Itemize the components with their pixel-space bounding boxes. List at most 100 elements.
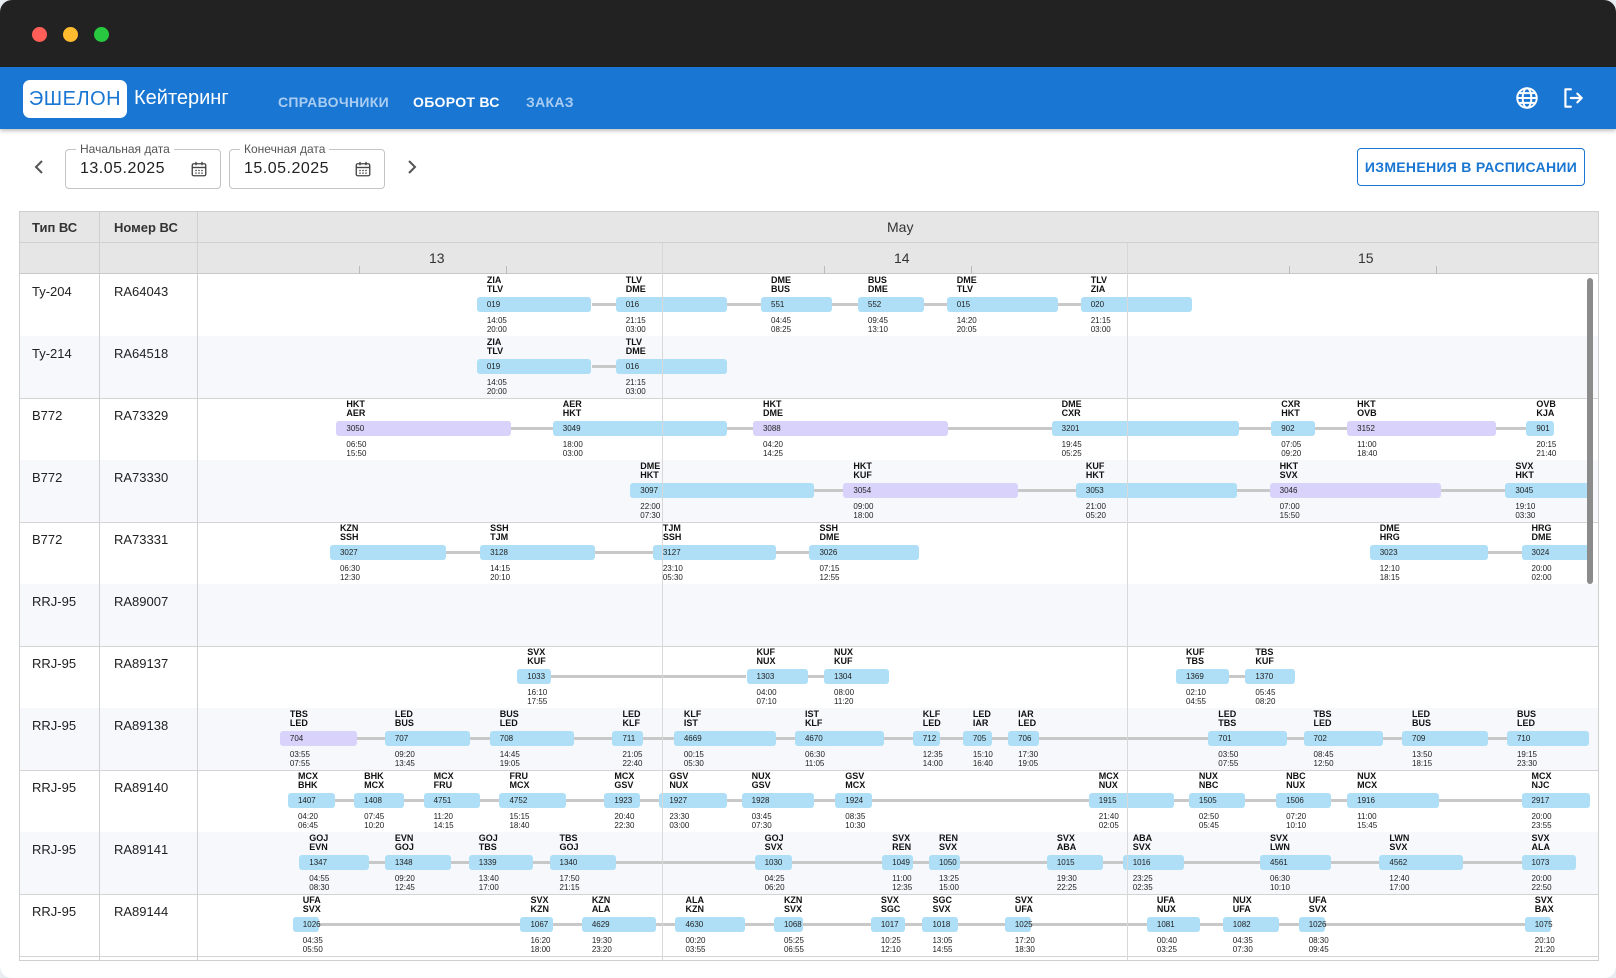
flight-block[interactable]: SSH DME 3026 07:15 12:55 bbox=[809, 522, 920, 584]
flight-bar[interactable]: 019 bbox=[476, 297, 592, 312]
flight-block[interactable]: NBC NUX 1506 07:20 10:10 bbox=[1276, 770, 1331, 832]
flight-block[interactable]: SVX SGC 1017 10:25 12:10 bbox=[870, 894, 905, 956]
flight-block[interactable]: BHK MCX 1408 07:45 10:20 bbox=[354, 770, 405, 832]
flight-bar[interactable]: 4562 bbox=[1379, 855, 1464, 870]
flight-block[interactable]: DME HRG 3023 12:10 18:15 bbox=[1369, 522, 1488, 584]
flight-bar[interactable]: 706 bbox=[1008, 731, 1039, 746]
flight-bar[interactable]: 1026 bbox=[1298, 917, 1326, 932]
flight-block[interactable]: ZIA TLV 019 14:05 20:00 bbox=[476, 274, 592, 336]
flight-bar[interactable]: 3097 bbox=[630, 483, 815, 498]
flight-bar[interactable]: 1049 bbox=[882, 855, 913, 870]
flight-bar[interactable]: 3045 bbox=[1505, 483, 1590, 498]
schedule-changes-button[interactable]: ИЗМЕНЕНИЯ В РАСПИСАНИИ bbox=[1357, 148, 1585, 186]
flight-block[interactable]: KZN SSH 3027 06:30 12:30 bbox=[329, 522, 447, 584]
flight-block[interactable]: IST KLF 4670 06:30 11:05 bbox=[794, 708, 884, 770]
flight-bar[interactable]: 705 bbox=[962, 731, 992, 746]
flight-bar[interactable]: 3128 bbox=[480, 545, 595, 560]
flight-block[interactable]: HKT DME 3088 04:20 14:25 bbox=[752, 398, 949, 460]
flight-bar[interactable]: 711 bbox=[612, 731, 644, 746]
flight-bar[interactable]: 3049 bbox=[552, 421, 728, 436]
flight-bar[interactable]: 016 bbox=[615, 297, 728, 312]
flight-block[interactable]: ZIA TLV 019 14:05 20:00 bbox=[476, 336, 592, 398]
flight-bar[interactable]: 3027 bbox=[329, 545, 447, 560]
flight-bar[interactable]: 1082 bbox=[1222, 917, 1280, 932]
flight-block[interactable]: DME BUS 551 04:45 08:25 bbox=[761, 274, 833, 336]
flight-bar[interactable]: 1348 bbox=[384, 855, 452, 870]
flight-block[interactable]: REN SVX 1050 13:25 15:00 bbox=[928, 832, 960, 894]
flight-bar[interactable]: 1026 bbox=[292, 917, 321, 932]
flight-bar[interactable]: 1408 bbox=[354, 793, 405, 808]
flight-bar[interactable]: 1407 bbox=[287, 793, 335, 808]
flight-bar[interactable]: 4751 bbox=[423, 793, 481, 808]
flight-block[interactable]: LED KLF 711 21:05 22:40 bbox=[612, 708, 644, 770]
end-date-field[interactable]: Конечная дата 15.05.2025 bbox=[229, 142, 385, 189]
flight-block[interactable]: LED BUS 707 09:20 13:45 bbox=[384, 708, 471, 770]
flight-block[interactable]: OVB KJA 901 20:15 21:40 bbox=[1526, 398, 1556, 460]
start-date-field[interactable]: Начальная дата 13.05.2025 bbox=[65, 142, 221, 189]
flight-bar[interactable]: 1927 bbox=[659, 793, 728, 808]
flight-bar[interactable]: 552 bbox=[857, 297, 925, 312]
next-period-button[interactable] bbox=[400, 155, 424, 179]
flight-block[interactable]: TJM SSH 3127 23:10 05:30 bbox=[652, 522, 776, 584]
flight-block[interactable]: UFA NUX 1081 00:40 03:25 bbox=[1146, 894, 1201, 956]
flight-block[interactable]: KLF LED 712 12:35 14:00 bbox=[912, 708, 943, 770]
flight-block[interactable]: SVX KZN 1067 16:20 18:00 bbox=[520, 894, 553, 956]
flight-bar[interactable]: 1915 bbox=[1088, 793, 1175, 808]
flight-bar[interactable]: 902 bbox=[1271, 421, 1315, 436]
flight-block[interactable]: HRG DME 3024 20:00 02:00 bbox=[1521, 522, 1590, 584]
flight-bar[interactable]: 3054 bbox=[843, 483, 1018, 498]
flight-bar[interactable]: 1347 bbox=[299, 855, 369, 870]
flight-block[interactable]: SSH TJM 3128 14:15 20:10 bbox=[480, 522, 595, 584]
flight-bar[interactable]: 1075 bbox=[1524, 917, 1553, 932]
flight-block[interactable]: HKT KUF 3054 09:00 18:00 bbox=[843, 460, 1018, 522]
logout-icon[interactable] bbox=[1560, 85, 1586, 111]
flight-block[interactable]: NUX NBC 1505 02:50 05:45 bbox=[1188, 770, 1246, 832]
flight-bar[interactable]: 4630 bbox=[675, 917, 745, 932]
flight-bar[interactable]: 3088 bbox=[752, 421, 949, 436]
flight-block[interactable]: CXR HKT 902 07:05 09:20 bbox=[1271, 398, 1315, 460]
vertical-scrollbar[interactable] bbox=[1587, 278, 1593, 584]
flight-bar[interactable]: 1916 bbox=[1347, 793, 1440, 808]
flight-block[interactable]: TLV DME 016 21:15 03:00 bbox=[615, 274, 728, 336]
flight-bar[interactable]: 901 bbox=[1526, 421, 1554, 436]
flight-bar[interactable]: 1081 bbox=[1146, 917, 1201, 932]
flight-bar[interactable]: 4561 bbox=[1259, 855, 1331, 870]
flight-block[interactable]: BUS LED 710 19:15 23:30 bbox=[1506, 708, 1590, 770]
flight-block[interactable]: SVX BAX 1075 20:10 21:20 bbox=[1524, 894, 1555, 956]
nav-order[interactable]: ЗАКАЗ bbox=[526, 94, 574, 110]
flight-block[interactable]: HKT SVX 3046 07:00 15:50 bbox=[1269, 460, 1441, 522]
flight-block[interactable]: KUF NUX 1303 04:00 07:10 bbox=[746, 646, 808, 708]
flight-bar[interactable]: 702 bbox=[1303, 731, 1383, 746]
flight-block[interactable]: TLV DME 016 21:15 03:00 bbox=[615, 336, 728, 398]
flight-bar[interactable]: 1924 bbox=[835, 793, 873, 808]
flight-block[interactable]: HKT OVB 3152 11:00 18:40 bbox=[1347, 398, 1496, 460]
flight-block[interactable]: KZN ALA 4629 19:30 23:20 bbox=[581, 894, 657, 956]
flight-bar[interactable]: 712 bbox=[912, 731, 941, 746]
flight-bar[interactable]: 708 bbox=[489, 731, 574, 746]
start-date-value[interactable]: 13.05.2025 bbox=[80, 160, 165, 178]
flight-bar[interactable]: 2917 bbox=[1521, 793, 1590, 808]
flight-block[interactable]: SVX ABA 1015 19:30 22:25 bbox=[1046, 832, 1104, 894]
flight-block[interactable]: KUF HKT 3053 21:00 05:20 bbox=[1075, 460, 1238, 522]
logo[interactable]: ЭШЕЛОН bbox=[23, 80, 127, 118]
flight-bar[interactable]: 1304 bbox=[824, 669, 889, 684]
flight-bar[interactable]: 4669 bbox=[673, 731, 776, 746]
flight-block[interactable]: NUX KUF 1304 08:00 11:20 bbox=[824, 646, 889, 708]
previous-period-button[interactable] bbox=[27, 155, 51, 179]
flight-block[interactable]: HKT AER 3050 06:50 15:50 bbox=[336, 398, 511, 460]
maximize-window-button[interactable] bbox=[94, 27, 109, 42]
flight-bar[interactable]: 704 bbox=[279, 731, 358, 746]
flight-block[interactable]: GOJ EVN 1347 04:55 08:30 bbox=[299, 832, 369, 894]
flight-bar[interactable]: 1073 bbox=[1521, 855, 1577, 870]
flight-bar[interactable]: 1017 bbox=[870, 917, 905, 932]
flight-block[interactable]: NUX UFA 1082 04:35 07:30 bbox=[1222, 894, 1280, 956]
flight-bar[interactable]: 1018 bbox=[922, 917, 958, 932]
flight-bar[interactable]: 1923 bbox=[604, 793, 640, 808]
flight-bar[interactable]: 1370 bbox=[1245, 669, 1296, 684]
close-window-button[interactable] bbox=[32, 27, 47, 42]
flight-block[interactable]: ALA KZN 4630 00:20 03:55 bbox=[675, 894, 745, 956]
end-date-value[interactable]: 15.05.2025 bbox=[244, 160, 329, 178]
flight-block[interactable]: TBS LED 702 08:45 12:50 bbox=[1303, 708, 1383, 770]
flight-bar[interactable]: 709 bbox=[1402, 731, 1488, 746]
flight-bar[interactable]: 710 bbox=[1506, 731, 1590, 746]
